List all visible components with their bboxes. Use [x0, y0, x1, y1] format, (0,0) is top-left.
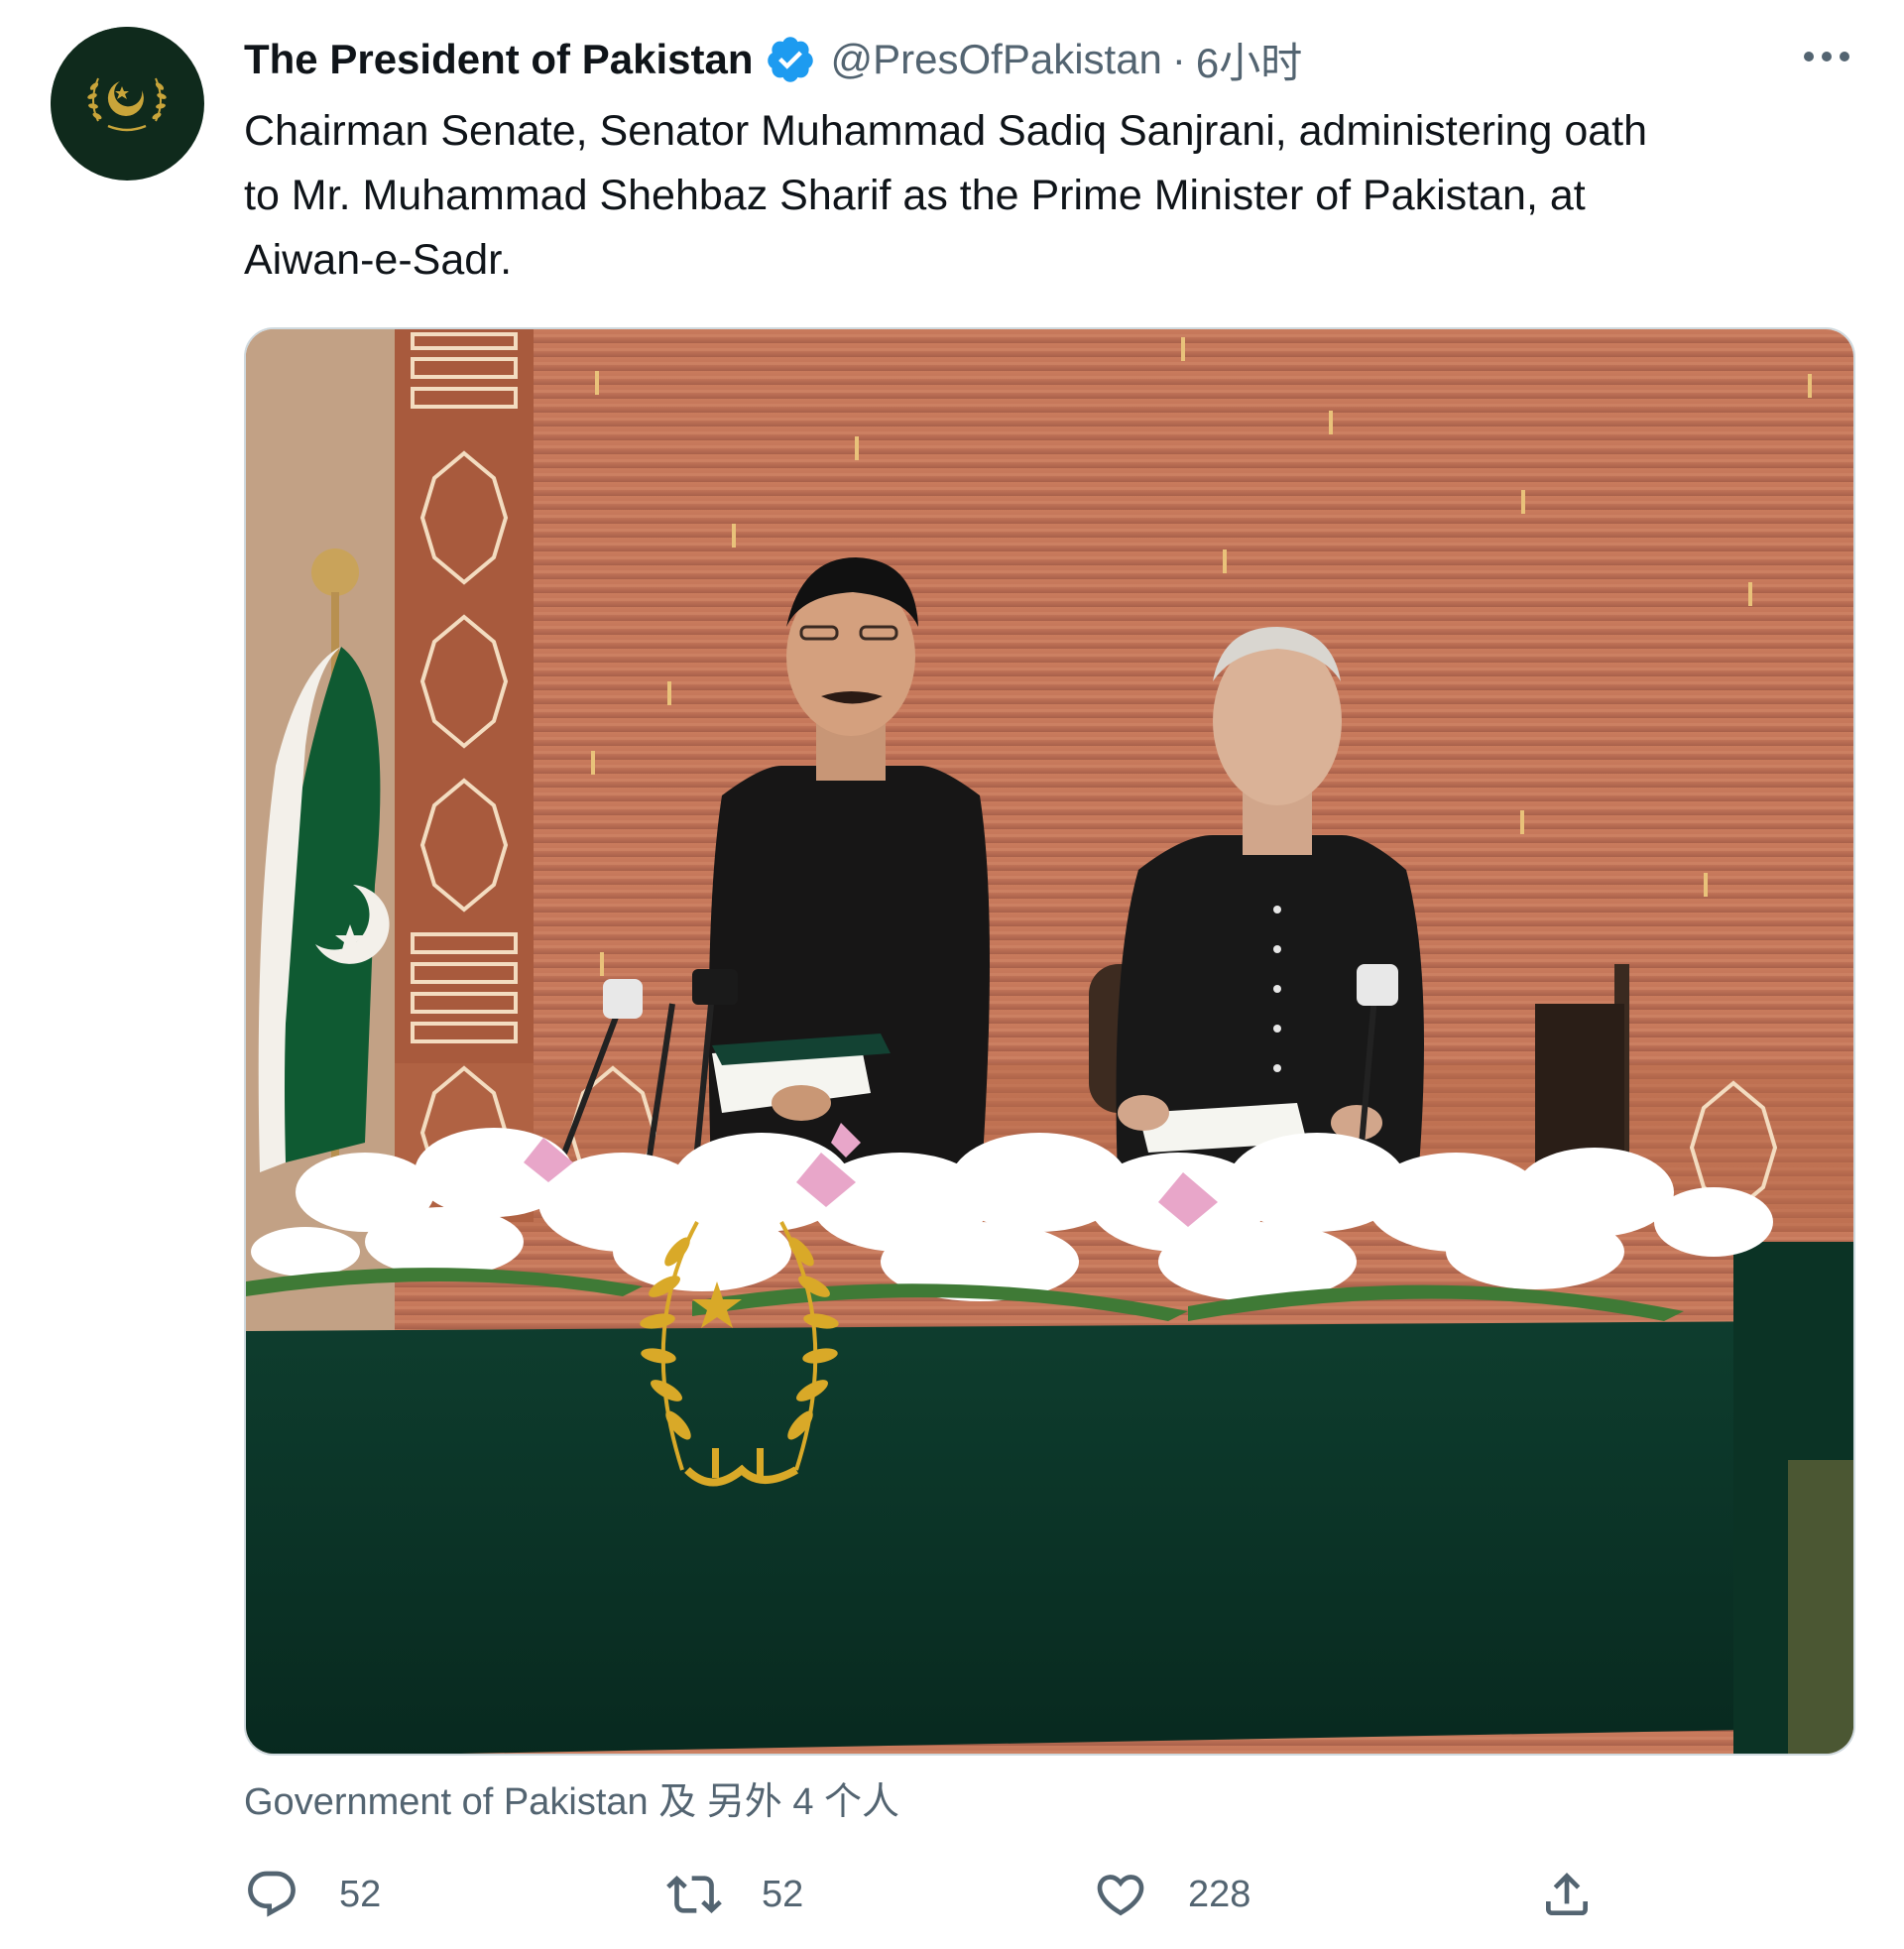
handle[interactable]: @PresOfPakistan — [830, 36, 1161, 83]
reply-icon — [248, 1871, 296, 1917]
retweet-icon — [666, 1876, 722, 1913]
timestamp[interactable]: 6小时 — [1196, 30, 1302, 90]
reply-count: 52 — [339, 1873, 382, 1915]
more-options-button[interactable] — [1797, 32, 1856, 81]
tweet-photo[interactable] — [244, 327, 1855, 1756]
tweet-card: The President of Pakistan @PresOfPakista… — [0, 0, 1904, 1949]
share-icon — [1546, 1873, 1588, 1915]
tweet-header: The President of Pakistan @PresOfPakista… — [244, 30, 1302, 89]
like-button[interactable]: 228 — [1093, 1855, 1250, 1934]
oath-ceremony-photo-icon — [246, 329, 1853, 1754]
share-button[interactable] — [1539, 1855, 1595, 1934]
retweet-count: 52 — [762, 1873, 804, 1915]
crescent-wreath-emblem-icon — [51, 27, 203, 180]
verified-badge-icon — [765, 34, 816, 85]
separator-dot: · — [1171, 36, 1186, 82]
tagged-people-link[interactable]: Government of Pakistan 及 另外 4 个人 — [244, 1770, 899, 1825]
retweet-button[interactable]: 52 — [666, 1855, 803, 1934]
reply-button[interactable]: 52 — [244, 1855, 381, 1934]
tweet-text: Chairman Senate, Senator Muhammad Sadiq … — [244, 107, 1648, 284]
like-count: 228 — [1188, 1873, 1251, 1915]
action-bar: 52 52 228 — [0, 1855, 1904, 1934]
display-name[interactable]: The President of Pakistan — [244, 36, 753, 83]
heart-icon — [1097, 1875, 1144, 1916]
more-dots-icon — [1804, 52, 1849, 61]
avatar[interactable] — [51, 27, 204, 181]
